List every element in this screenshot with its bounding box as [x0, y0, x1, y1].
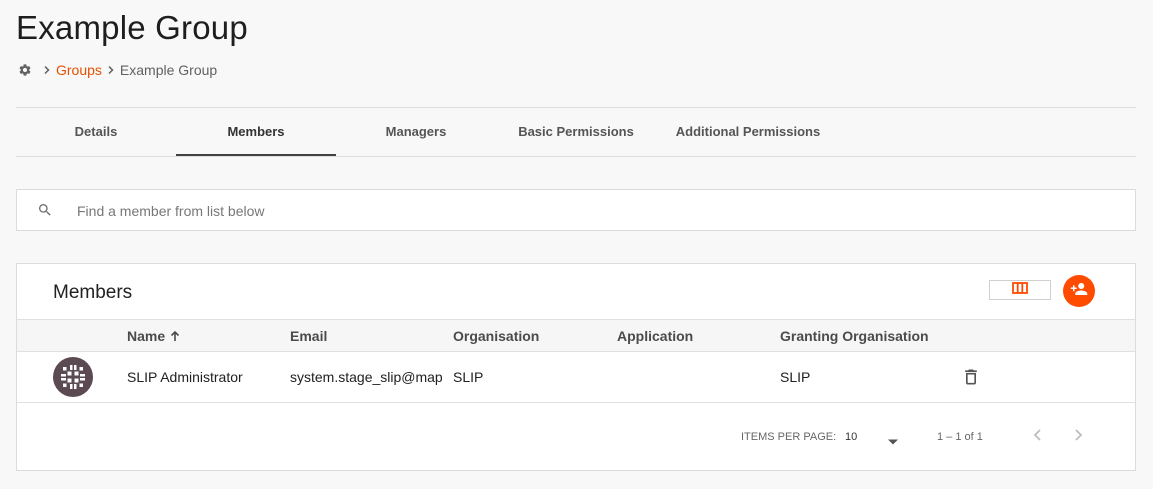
column-header-organisation[interactable]: Organisation [453, 328, 539, 344]
view-columns-icon [1012, 281, 1028, 299]
member-email: system.stage_slip@map [290, 369, 443, 385]
items-per-page-label: ITEMS PER PAGE: [741, 431, 837, 443]
page-size-value: 10 [845, 431, 858, 443]
chevron-right-icon [1071, 428, 1085, 447]
search-bar [16, 189, 1136, 231]
members-title: Members [53, 282, 133, 303]
tab-additional-permissions[interactable]: Additional Permissions [668, 108, 828, 154]
search-input[interactable] [75, 198, 979, 224]
search-icon [37, 202, 53, 218]
page-range-label: 1 – 1 of 1 [937, 431, 983, 443]
member-granting-organisation: SLIP [780, 369, 811, 385]
column-header-application[interactable]: Application [617, 328, 693, 344]
chevron-right-icon [41, 64, 53, 76]
breadcrumb-current: Example Group [119, 62, 218, 78]
tab-bar: Details Members Managers Basic Permissio… [16, 108, 1136, 157]
chevron-right-icon [105, 64, 117, 76]
add-member-button[interactable] [1063, 275, 1095, 307]
breadcrumb: Groups Example Group [18, 60, 217, 80]
tab-basic-permissions[interactable]: Basic Permissions [496, 108, 656, 154]
caret-down-icon [887, 433, 899, 445]
add-person-icon [1070, 280, 1088, 303]
breadcrumb-link-groups[interactable]: Groups [56, 62, 102, 78]
table-header: Name Email Organisation Application Gran… [17, 319, 1135, 352]
next-page-button[interactable] [1067, 426, 1089, 448]
group-page: Example Group Groups Example Group Detai… [0, 0, 1153, 489]
gear-icon[interactable] [18, 63, 32, 77]
tab-details[interactable]: Details [16, 108, 176, 154]
column-settings-button[interactable] [989, 280, 1051, 300]
table-row: SLIP Administrator system.stage_slip@map… [17, 352, 1135, 403]
arrow-up-icon [169, 329, 181, 341]
member-organisation: SLIP [453, 369, 484, 385]
member-name: SLIP Administrator [127, 369, 243, 385]
trash-icon[interactable] [961, 367, 981, 387]
avatar [53, 357, 93, 397]
paginator: ITEMS PER PAGE: 10 1 – 1 of 1 [17, 402, 1135, 469]
column-header-granting-organisation[interactable]: Granting Organisation [780, 328, 929, 344]
previous-page-button[interactable] [1027, 426, 1049, 448]
page-size-select[interactable]: 10 [845, 430, 901, 446]
column-header-name[interactable]: Name [127, 328, 181, 344]
tab-members[interactable]: Members [176, 108, 336, 156]
chevron-left-icon [1031, 428, 1045, 447]
tab-managers[interactable]: Managers [336, 108, 496, 154]
column-header-email[interactable]: Email [290, 328, 327, 344]
page-title: Example Group [16, 9, 248, 46]
members-card: Members Name Email Organisation Applicat… [16, 263, 1136, 471]
